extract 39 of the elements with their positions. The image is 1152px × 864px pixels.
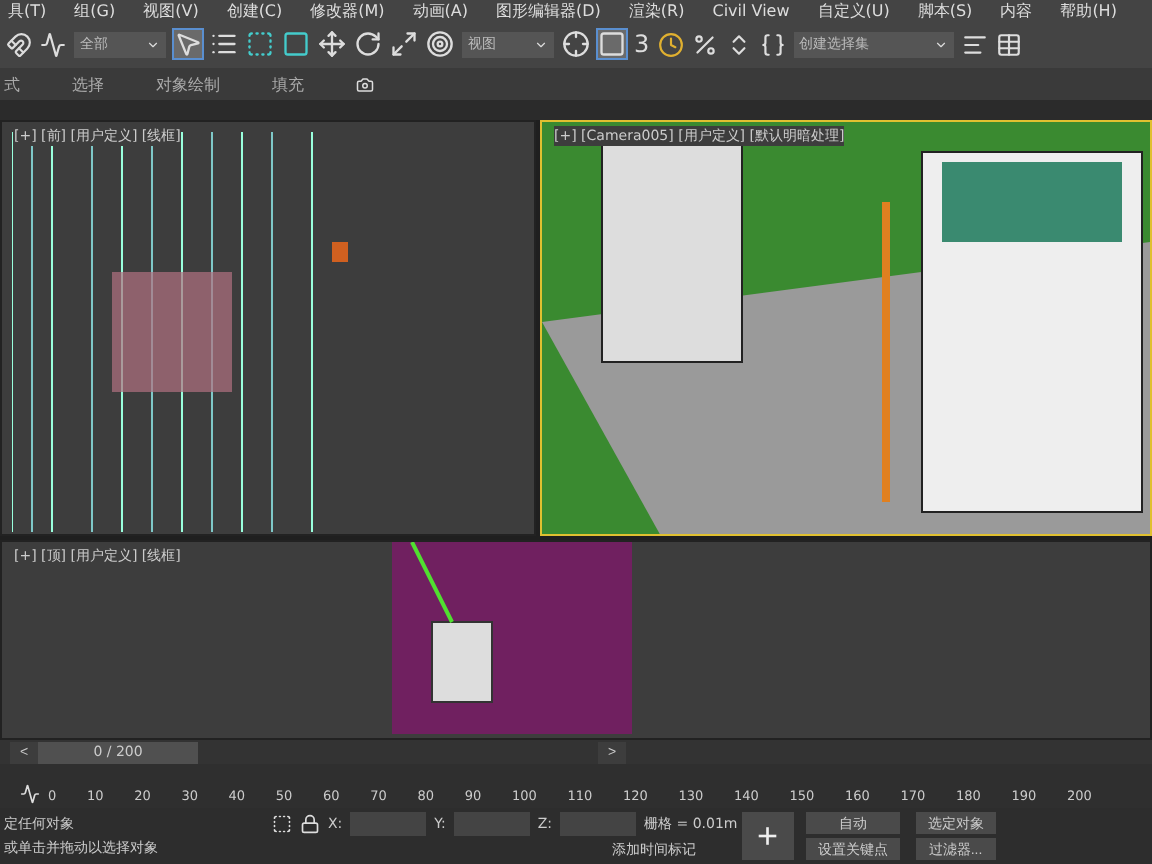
caret-icon <box>146 37 160 51</box>
menu-item[interactable]: 渲染(R) <box>628 0 685 20</box>
menu-item[interactable]: 脚本(S) <box>917 0 973 20</box>
wave-icon[interactable] <box>40 31 66 57</box>
menu-item[interactable]: 修改器(M) <box>310 0 385 20</box>
menu-item[interactable]: 组(G) <box>74 0 116 20</box>
window-crossing-icon[interactable] <box>282 30 310 58</box>
ribbon-tab[interactable]: 填充 <box>272 73 304 95</box>
select-by-name-icon[interactable] <box>210 30 238 58</box>
braces-icon[interactable] <box>759 31 786 57</box>
percent-snap-icon[interactable] <box>691 31 718 57</box>
pivot-icon[interactable] <box>562 30 590 58</box>
camera-icon[interactable] <box>356 75 374 93</box>
ribbon-tab[interactable]: 对象绘制 <box>156 73 220 95</box>
menu-item[interactable]: 内容 <box>1000 0 1033 20</box>
menu-item[interactable]: 具(T) <box>8 0 47 20</box>
align-icon[interactable] <box>961 31 988 57</box>
manipulate-icon[interactable] <box>598 30 626 58</box>
scale-icon[interactable] <box>390 30 418 58</box>
table-icon[interactable] <box>995 31 1022 57</box>
lock-icon[interactable] <box>300 814 320 834</box>
ribbon-tab[interactable]: 式 <box>4 73 20 95</box>
menu-item[interactable]: 创建(C) <box>226 0 283 20</box>
select-object-icon[interactable] <box>174 30 202 58</box>
menu-item[interactable]: 动画(A) <box>412 0 469 20</box>
menu-item[interactable]: 视图(V) <box>143 0 199 20</box>
snap-toggle[interactable]: 3 <box>634 30 650 58</box>
ribbon-tab[interactable]: 选择 <box>72 73 104 95</box>
caret-icon <box>933 37 948 51</box>
curve-editor-icon[interactable] <box>20 784 40 804</box>
move-icon[interactable] <box>318 30 346 58</box>
rectangle-selection-icon[interactable] <box>246 30 274 58</box>
menu-item[interactable]: 帮助(H) <box>1060 0 1117 20</box>
menu-item[interactable]: 图形编辑器(D) <box>496 0 601 20</box>
caret-icon <box>534 37 548 51</box>
set-key-button[interactable]: + <box>741 812 794 860</box>
rotate-icon[interactable] <box>354 30 382 58</box>
menu-item[interactable]: 自定义(U) <box>817 0 890 20</box>
menu-item[interactable]: Civil View <box>712 1 790 19</box>
